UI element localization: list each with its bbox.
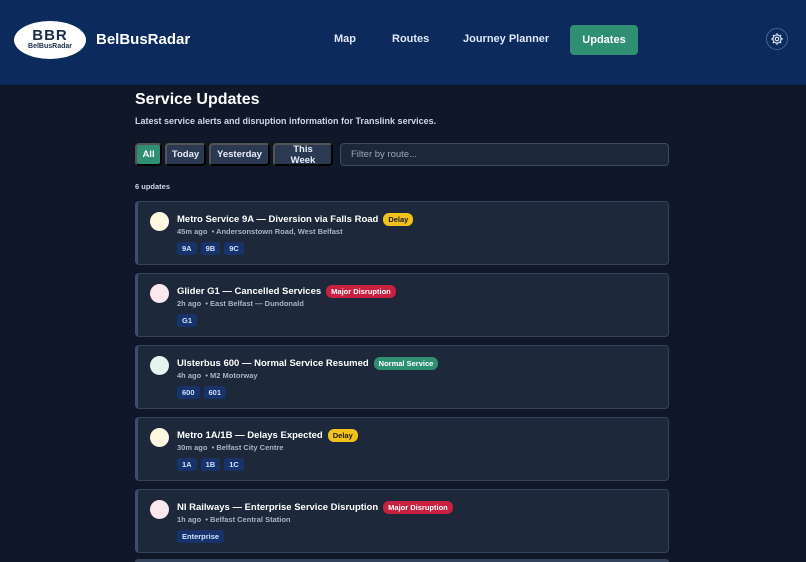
update-card[interactable]: Metro 1A/1B — Delays Expected Delay 30m … xyxy=(135,417,669,481)
logo-subtext: BelBusRadar xyxy=(28,43,72,50)
update-title: NI Railways — Enterprise Service Disrupt… xyxy=(177,502,379,513)
status-badge: Major Disruption xyxy=(326,285,396,298)
filter-this-week[interactable]: This Week xyxy=(273,143,333,166)
route-tag[interactable]: 601 xyxy=(203,386,227,399)
route-tag[interactable]: 9A xyxy=(177,242,197,255)
update-title-row: Metro Service 9A — Diversion via Falls R… xyxy=(177,213,414,226)
status-badge: Delay xyxy=(383,213,414,226)
route-tag[interactable]: 9C xyxy=(224,242,244,255)
logo[interactable]: BBR BelBusRadar xyxy=(14,21,86,59)
route-tags: 9A 9B 9C xyxy=(177,242,244,255)
route-tag[interactable]: G1 xyxy=(177,314,198,327)
route-tag[interactable]: 9B xyxy=(200,242,221,255)
route-tags: 1A 1B 1C xyxy=(177,458,244,471)
filter-yesterday[interactable]: Yesterday xyxy=(209,143,270,166)
status-badge: Major Disruption xyxy=(383,501,453,514)
filter-all[interactable]: All xyxy=(135,143,162,166)
update-title-row: Glider G1 — Cancelled Services Major Dis… xyxy=(177,285,396,298)
update-card[interactable]: Glider G1 — Cancelled Services Major Dis… xyxy=(135,273,669,337)
top-nav: BBR BelBusRadar BelBusRadar Map Routes J… xyxy=(0,0,806,85)
update-time: 4h ago xyxy=(177,371,202,380)
update-location: • East Belfast — Dundonald xyxy=(205,299,304,308)
update-title-row: NI Railways — Enterprise Service Disrupt… xyxy=(177,501,453,514)
update-title: Glider G1 — Cancelled Services xyxy=(177,286,322,297)
update-meta: 30m ago • Belfast City Centre xyxy=(177,443,283,452)
nav-journey-planner[interactable]: Journey Planner xyxy=(463,33,549,45)
route-tag[interactable]: 1B xyxy=(200,458,221,471)
route-tag[interactable]: 1C xyxy=(224,458,244,471)
gear-icon xyxy=(770,32,784,46)
nav-updates[interactable]: Updates xyxy=(570,25,638,55)
update-meta: 4h ago • M2 Motorway xyxy=(177,371,258,380)
brand-name[interactable]: BelBusRadar xyxy=(96,31,190,48)
update-location: • Belfast Central Station xyxy=(205,515,291,524)
alert-icon xyxy=(150,212,169,231)
status-badge: Delay xyxy=(327,429,358,442)
alert-icon xyxy=(150,428,169,447)
update-time: 30m ago xyxy=(177,443,208,452)
settings-button[interactable] xyxy=(766,28,788,50)
update-location: • Andersonstown Road, West Belfast xyxy=(211,227,343,236)
route-tags: Enterprise xyxy=(177,530,225,543)
nav-map[interactable]: Map xyxy=(334,33,356,45)
update-card[interactable]: NI Railways — Enterprise Service Disrupt… xyxy=(135,489,669,553)
filter-today[interactable]: Today xyxy=(165,143,206,166)
update-meta: 45m ago • Andersonstown Road, West Belfa… xyxy=(177,227,343,236)
route-filter-input[interactable] xyxy=(340,143,669,166)
update-time: 1h ago xyxy=(177,515,202,524)
update-meta: 2h ago • East Belfast — Dundonald xyxy=(177,299,304,308)
update-location: • Belfast City Centre xyxy=(211,443,284,452)
update-title: Metro Service 9A — Diversion via Falls R… xyxy=(177,214,379,225)
nav-routes[interactable]: Routes xyxy=(392,33,429,45)
update-title: Ulsterbus 600 — Normal Service Resumed xyxy=(177,358,369,369)
update-title: Metro 1A/1B — Delays Expected xyxy=(177,430,323,441)
update-card[interactable]: Metro Service 9A — Diversion via Falls R… xyxy=(135,201,669,265)
logo-mark: BBR xyxy=(32,27,68,44)
status-badge: Normal Service xyxy=(373,357,439,370)
route-tag[interactable]: 600 xyxy=(177,386,200,399)
update-title-row: Metro 1A/1B — Delays Expected Delay xyxy=(177,429,358,442)
route-tag[interactable]: Enterprise xyxy=(177,530,225,543)
update-title-row: Ulsterbus 600 — Normal Service Resumed N… xyxy=(177,357,439,370)
alert-icon xyxy=(150,356,169,375)
alert-icon xyxy=(150,500,169,519)
update-meta: 1h ago • Belfast Central Station xyxy=(177,515,290,524)
route-tags: G1 xyxy=(177,314,198,327)
update-count: 6 updates xyxy=(135,182,171,191)
route-tags: 600 601 xyxy=(177,386,227,399)
page-subtitle: Latest service alerts and disruption inf… xyxy=(135,116,437,126)
update-time: 45m ago xyxy=(177,227,208,236)
update-card[interactable]: Ulsterbus 600 — Normal Service Resumed N… xyxy=(135,345,669,409)
alert-icon xyxy=(150,284,169,303)
update-time: 2h ago xyxy=(177,299,202,308)
route-tag[interactable]: 1A xyxy=(177,458,197,471)
update-location: • M2 Motorway xyxy=(205,371,258,380)
page-title: Service Updates xyxy=(135,91,260,108)
